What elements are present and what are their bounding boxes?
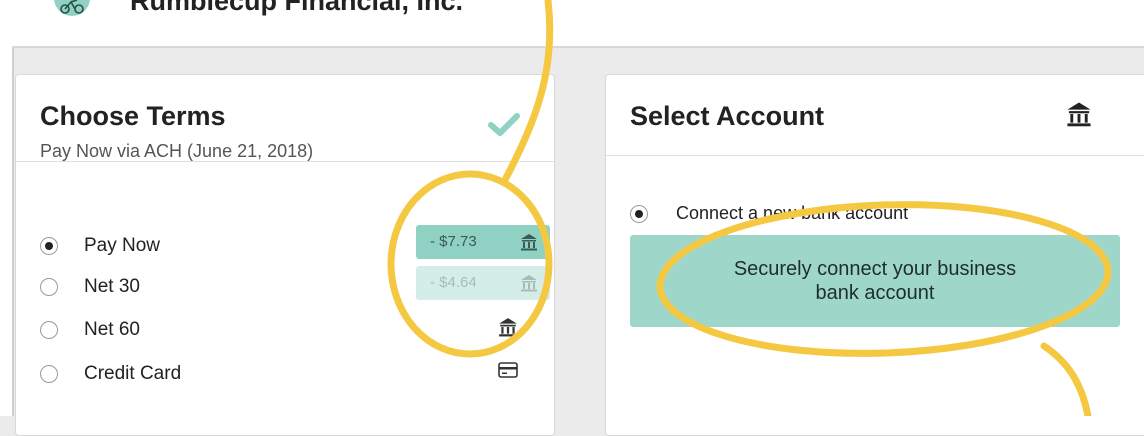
connect-bank-button-label: Securely connect your business bank acco… xyxy=(733,258,1017,304)
company-name: Rumblecup Financial, Inc. xyxy=(130,0,464,16)
company-logo xyxy=(54,0,90,16)
choose-terms-header: Choose Terms Pay Now via ACH (June 21, 2… xyxy=(16,75,554,162)
connect-bank-button[interactable]: Securely connect your business bank acco… xyxy=(630,235,1120,327)
price-text: - $7.73 xyxy=(430,233,477,250)
bank-icon xyxy=(521,275,537,292)
term-label: Net 60 xyxy=(84,319,140,340)
credit-card-icon xyxy=(498,362,518,378)
price-text: - $4.64 xyxy=(430,274,477,291)
select-account-header: Select Account xyxy=(606,75,1144,156)
net-30-radio[interactable] xyxy=(40,278,58,296)
bank-icon xyxy=(499,318,517,337)
net-30-price-chip[interactable]: - $4.64 xyxy=(416,266,550,300)
select-account-title: Select Account xyxy=(630,101,825,131)
bank-icon xyxy=(1067,102,1091,127)
pay-now-radio[interactable] xyxy=(40,237,58,255)
cyclist-icon xyxy=(60,0,84,14)
connect-new-bank-label: Connect a new bank account xyxy=(676,203,909,223)
choose-terms-subtitle: Pay Now via ACH (June 21, 2018) xyxy=(40,141,314,161)
credit-card-radio[interactable] xyxy=(40,365,58,383)
term-label: Pay Now xyxy=(84,235,161,256)
pay-now-price-chip[interactable]: - $7.73 xyxy=(416,225,550,259)
term-option-credit-card[interactable]: Credit Card xyxy=(40,361,540,391)
term-label: Credit Card xyxy=(84,363,182,384)
connect-new-bank-radio[interactable] xyxy=(630,205,648,223)
window-left-edge xyxy=(0,0,14,416)
net-60-radio[interactable] xyxy=(40,321,58,339)
term-option-net-30[interactable]: Net 30 - $4.64 xyxy=(40,266,550,304)
bank-icon xyxy=(521,234,537,251)
term-option-net-60[interactable]: Net 60 xyxy=(40,317,540,347)
term-label: Net 30 xyxy=(84,276,140,297)
term-option-pay-now[interactable]: Pay Now - $7.73 xyxy=(40,225,550,263)
top-header: Rumblecup Financial, Inc. xyxy=(12,0,1144,48)
check-icon xyxy=(488,113,520,136)
choose-terms-title: Choose Terms xyxy=(40,101,226,131)
connect-new-bank-option[interactable]: Connect a new bank account xyxy=(630,201,1130,227)
select-account-card: Select Account Connect a new bank accoun… xyxy=(605,74,1144,436)
choose-terms-card: Choose Terms Pay Now via ACH (June 21, 2… xyxy=(15,74,555,436)
